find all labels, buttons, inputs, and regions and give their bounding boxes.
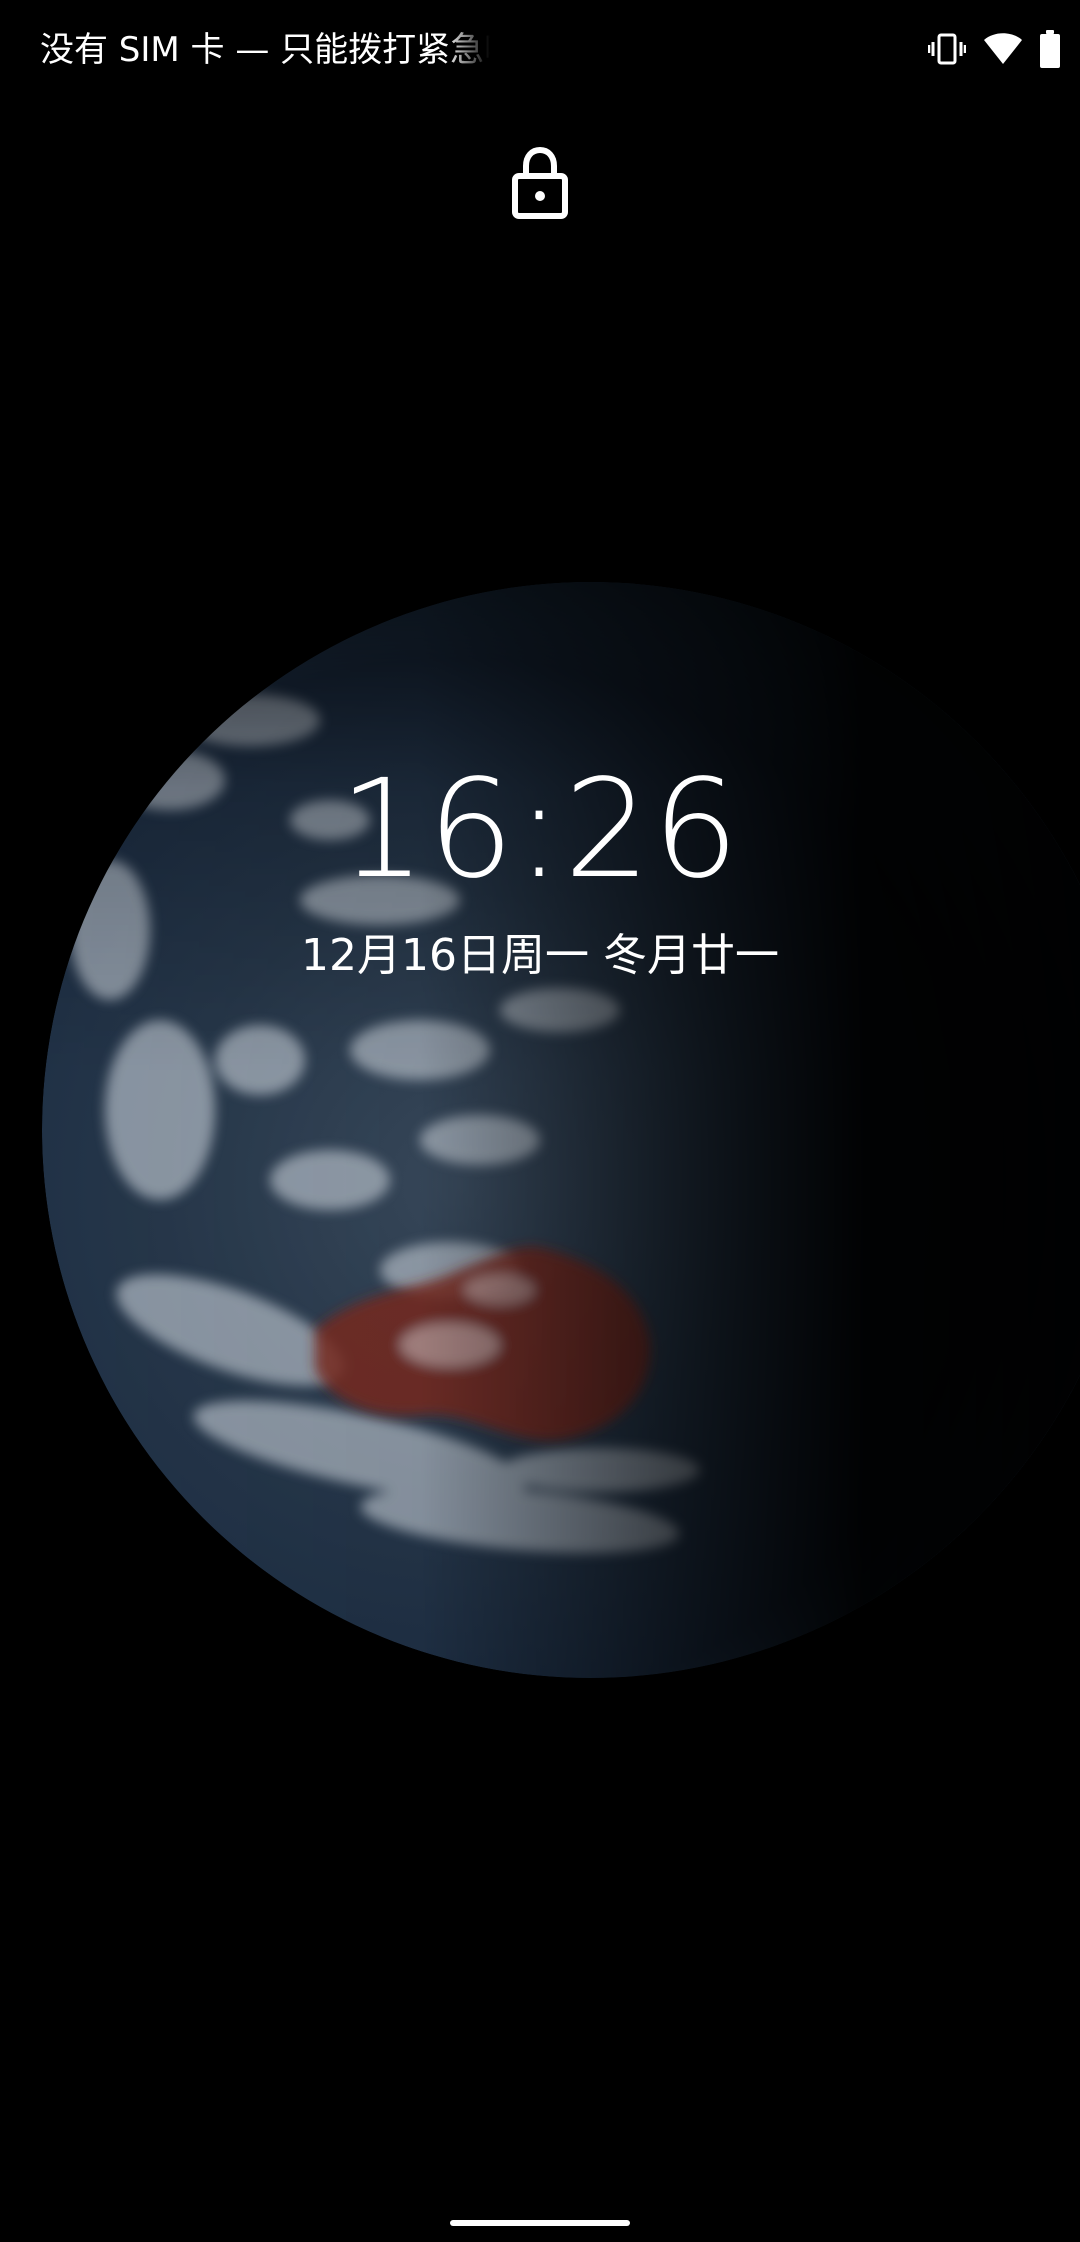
status-bar: 没有 SIM 卡 — 只能拨打紧急呼叫: [0, 0, 1080, 100]
battery-icon: [1040, 30, 1060, 68]
home-indicator[interactable]: [450, 2220, 630, 2226]
carrier-status-text: 没有 SIM 卡 — 只能拨打紧急呼叫: [40, 30, 490, 70]
status-icons: [928, 26, 1060, 72]
lock-icon: [512, 146, 568, 220]
vibrate-icon: [928, 32, 966, 66]
lockscreen-date: 12月16日周一 冬月廿一: [301, 930, 779, 981]
lockscreen-clock: 16:26: [339, 751, 741, 909]
wifi-icon: [984, 33, 1022, 65]
earth-wallpaper: [42, 582, 1080, 1678]
